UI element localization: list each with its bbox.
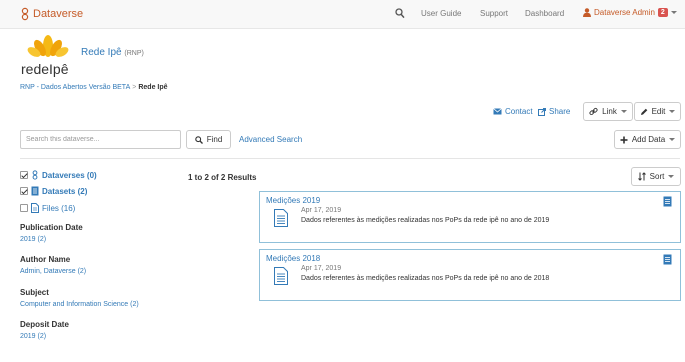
type-filter-dataverses[interactable]: Dataverses (0) (20, 170, 97, 180)
facet-value-deposit-date[interactable]: 2019 (2) (20, 333, 46, 340)
checkbox-checked[interactable] (20, 171, 28, 179)
dataset-icon (31, 186, 39, 196)
divider (20, 158, 680, 159)
result-title[interactable]: Medições 2019 (266, 196, 320, 205)
checkbox-checked[interactable] (20, 187, 28, 195)
facet-value-publication-date[interactable]: 2019 (2) (20, 236, 46, 243)
share-icon (538, 107, 546, 116)
result-date: Apr 17, 2019 (301, 207, 342, 214)
brand-text: Dataverse (33, 8, 84, 20)
dataverse-name: Rede Ipê (81, 47, 122, 58)
dataverse-icon (32, 170, 38, 180)
breadcrumb-parent[interactable]: RNP - Dados Abertos Versão BETA (20, 84, 130, 91)
chevron-down-icon (668, 175, 675, 178)
facet-title-subject: Subject (20, 288, 49, 297)
type-filter-datasets[interactable]: Datasets (2) (20, 186, 87, 196)
plus-icon (620, 136, 628, 143)
dataset-icon (663, 196, 672, 207)
result-description: Dados referentes às medições realizadas … (301, 275, 550, 282)
link-label: Link (602, 107, 617, 116)
type-label: Files (16) (42, 203, 76, 213)
find-button[interactable]: Find (186, 130, 231, 149)
edit-button[interactable]: Edit (634, 102, 681, 121)
breadcrumb: RNP - Dados Abertos Versão BETA > Rede Ipê (20, 84, 168, 91)
find-label: Find (206, 135, 223, 144)
user-name: Dataverse Admin (594, 8, 655, 17)
edit-label: Edit (651, 107, 666, 116)
search-icon (194, 135, 203, 144)
type-label: Datasets (2) (42, 186, 88, 196)
facet-title-author-name: Author Name (20, 255, 71, 264)
chevron-down-icon (669, 110, 676, 113)
results-count: 1 to 2 of 2 Results (188, 173, 257, 182)
file-icon (31, 203, 39, 213)
share-label: Share (549, 107, 571, 116)
pencil-icon (640, 108, 647, 115)
dataset-icon (274, 209, 288, 227)
notification-badge: 2 (657, 8, 668, 17)
add-data-button[interactable]: Add Data (614, 130, 681, 149)
result-card: Medições 2019 Apr 17, 2019 Dados referen… (259, 191, 681, 243)
dataset-icon (274, 267, 288, 285)
result-description: Dados referentes às medições realizadas … (301, 217, 550, 224)
result-title[interactable]: Medições 2018 (266, 254, 320, 263)
link-button[interactable]: Link (583, 102, 633, 121)
advanced-search-link[interactable]: Advanced Search (239, 135, 302, 144)
facet-value-subject[interactable]: Computer and Information Science (2) (20, 301, 139, 308)
facet-title-publication-date: Publication Date (20, 223, 83, 232)
chevron-down-icon (670, 11, 677, 14)
facet-value-author-name[interactable]: Admin, Dataverse (2) (20, 268, 86, 275)
dataverse-logo-icon (21, 7, 29, 21)
envelope-icon (493, 108, 502, 115)
svg-text:redeIpê: redeIpê (21, 61, 69, 77)
contact-link[interactable]: Contact (493, 107, 533, 116)
nav-support[interactable]: Support (480, 9, 508, 18)
link-icon (589, 107, 598, 116)
result-card: Medições 2018 Apr 17, 2019 Dados referen… (259, 249, 681, 301)
dataverse-affiliation: (RNP) (124, 50, 144, 57)
search-icon[interactable] (395, 8, 405, 19)
nav-dashboard[interactable]: Dashboard (525, 9, 564, 18)
dataset-icon (663, 254, 672, 265)
sort-button[interactable]: Sort (631, 167, 681, 186)
breadcrumb-separator: > (132, 84, 137, 91)
sort-label: Sort (649, 172, 665, 181)
type-filter-files[interactable]: Files (16) (20, 203, 75, 213)
contact-label: Contact (505, 107, 533, 116)
checkbox-unchecked[interactable] (20, 204, 28, 212)
user-menu[interactable]: Dataverse Admin 2 (583, 8, 677, 17)
ipe-flower-icon (27, 35, 69, 57)
sort-icon (637, 172, 646, 181)
add-data-label: Add Data (631, 135, 666, 144)
breadcrumb-current: Rede Ipê (138, 84, 168, 91)
share-link[interactable]: Share (538, 107, 570, 116)
nav-user-guide[interactable]: User Guide (421, 9, 461, 18)
facet-title-deposit-date: Deposit Date (20, 320, 69, 329)
user-icon (583, 8, 591, 17)
brand-link[interactable]: Dataverse (20, 7, 83, 21)
result-date: Apr 17, 2019 (301, 265, 342, 272)
type-label: Dataverses (0) (42, 170, 97, 180)
chevron-down-icon (620, 110, 627, 113)
chevron-down-icon (669, 138, 676, 141)
dataverse-title: Rede Ipê (RNP) (81, 47, 144, 58)
rede-ipe-logo[interactable]: redeIpê (20, 31, 74, 77)
search-input[interactable] (20, 130, 181, 149)
